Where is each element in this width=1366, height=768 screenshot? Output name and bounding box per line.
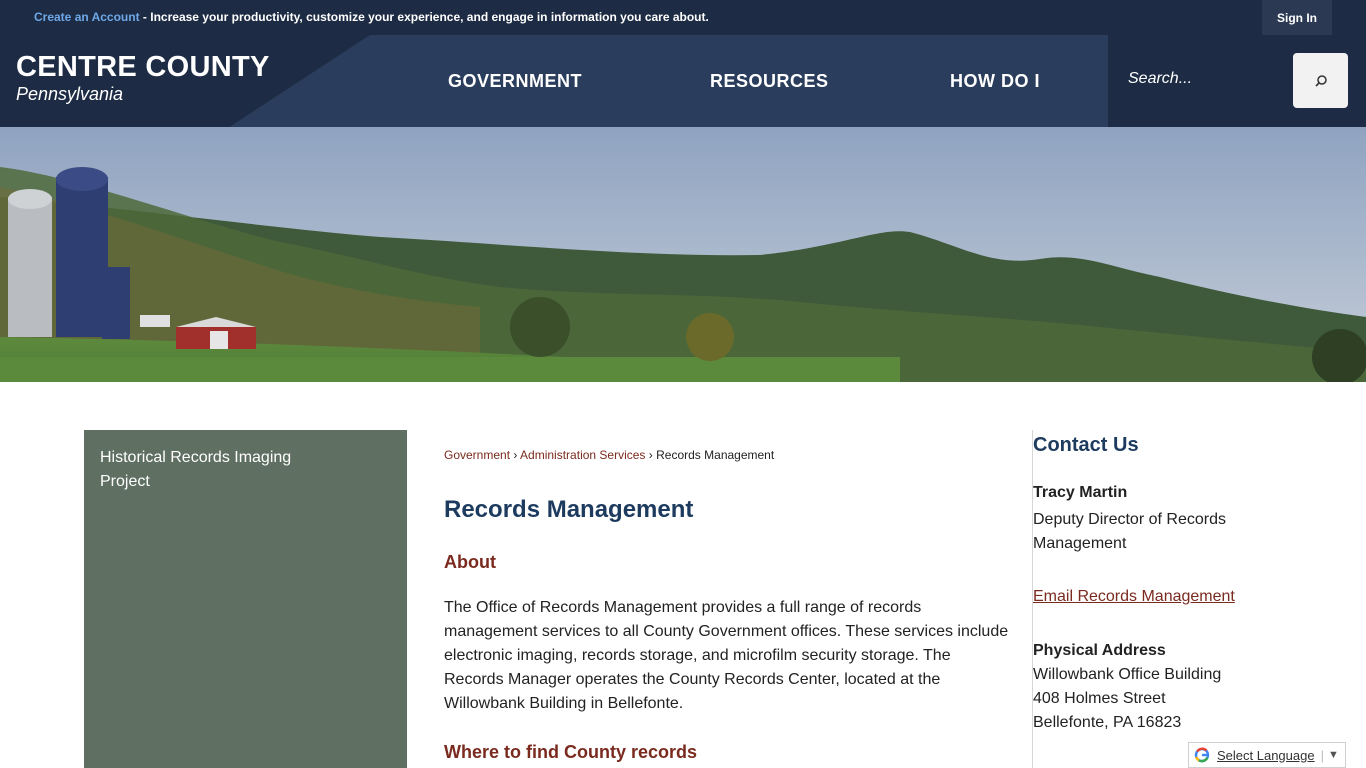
hero-banner xyxy=(0,127,1366,382)
select-language-link[interactable]: Select Language xyxy=(1217,748,1315,763)
search-icon xyxy=(1314,74,1327,87)
sidebar-item-historical-records[interactable]: Historical Records Imaging Project xyxy=(100,446,340,494)
top-bar: Create an Account - Increase your produc… xyxy=(0,0,1366,35)
search-button[interactable] xyxy=(1293,53,1348,108)
account-promo: Create an Account - Increase your produc… xyxy=(34,10,709,24)
where-records-heading: Where to find County records xyxy=(444,742,698,762)
address-line-2: 408 Holmes Street xyxy=(1033,690,1166,707)
contact-title: Contact Us xyxy=(1033,434,1139,456)
about-heading: About xyxy=(444,552,496,572)
search-input[interactable] xyxy=(1128,53,1288,105)
breadcrumb-separator: › xyxy=(648,448,653,462)
about-paragraph: The Office of Records Management provide… xyxy=(444,599,1009,712)
breadcrumb: Government › Administration Services › R… xyxy=(444,448,774,462)
create-account-link[interactable]: Create an Account xyxy=(34,10,140,24)
nav-government[interactable]: GOVERNMENT xyxy=(448,71,582,92)
sidebar: Historical Records Imaging Project xyxy=(84,430,407,768)
contact-name: Tracy Martin xyxy=(1033,484,1128,501)
logo-title[interactable]: CENTRE COUNTY xyxy=(16,51,270,84)
translate-widget[interactable]: Select Language | ▼ xyxy=(1188,742,1346,768)
dropdown-caret-icon[interactable]: ▼ xyxy=(1328,749,1339,761)
site-header: CENTRE COUNTY Pennsylvania GOVERNMENT RE… xyxy=(0,35,1366,127)
breadcrumb-administration-services[interactable]: Administration Services xyxy=(520,448,645,462)
logo-subtitle[interactable]: Pennsylvania xyxy=(16,84,123,105)
breadcrumb-separator: › xyxy=(513,448,518,462)
google-icon xyxy=(1194,747,1210,763)
translate-divider: | xyxy=(1320,747,1324,763)
breadcrumb-government[interactable]: Government xyxy=(444,448,510,462)
nav-resources[interactable]: RESOURCES xyxy=(710,71,829,92)
address-label: Physical Address xyxy=(1033,642,1166,659)
address-line-1: Willowbank Office Building xyxy=(1033,666,1222,683)
breadcrumb-current: Records Management xyxy=(656,448,775,462)
page-title: Records Management xyxy=(444,496,694,523)
nav-how-do-i[interactable]: HOW DO I xyxy=(950,71,1040,92)
promo-text: - Increase your productivity, customize … xyxy=(139,10,709,24)
address-line-3: Bellefonte, PA 16823 xyxy=(1033,714,1182,731)
contact-role: Deputy Director of Records Management xyxy=(1033,511,1226,552)
search-area xyxy=(1108,35,1366,127)
hero-landscape-image xyxy=(0,127,1366,382)
email-records-link[interactable]: Email Records Management xyxy=(1033,588,1235,606)
sign-in-button[interactable]: Sign In xyxy=(1262,0,1332,35)
contact-panel: Contact Us Tracy Martin Deputy Director … xyxy=(1032,430,1272,768)
